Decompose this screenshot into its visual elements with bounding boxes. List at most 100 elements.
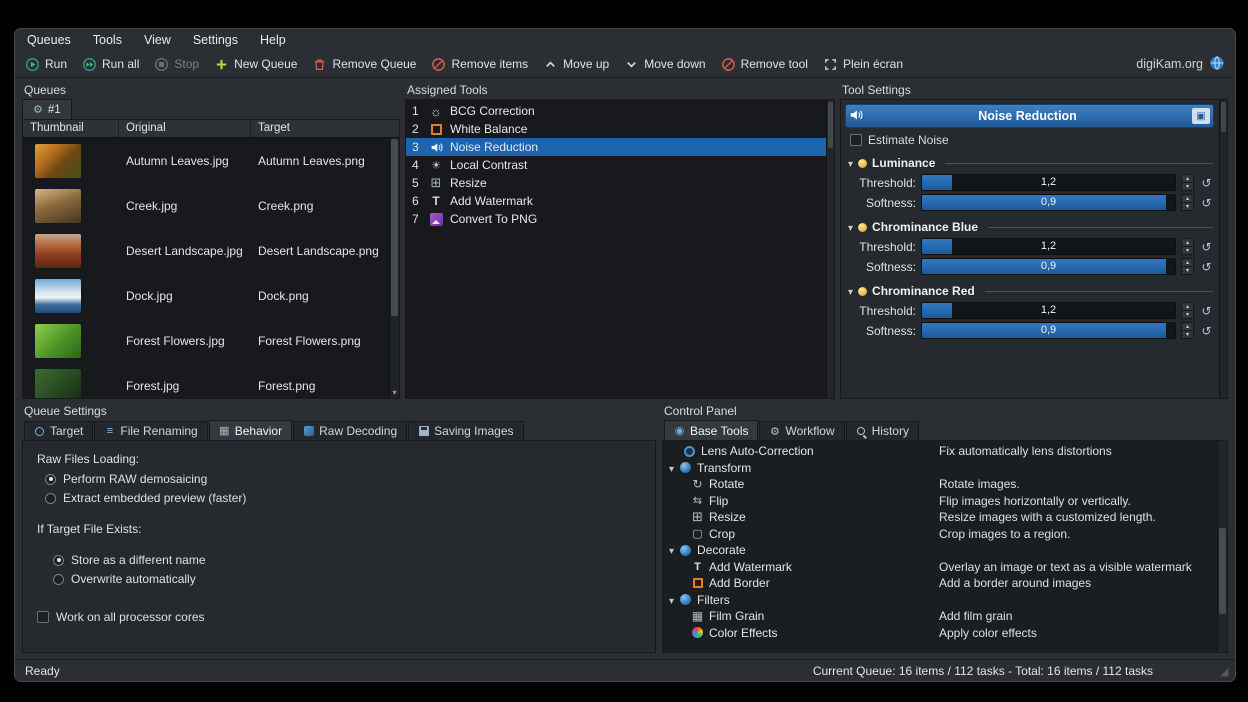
tool-row-resize[interactable]: Resize Resize images with a customized l… <box>663 509 1227 526</box>
luminance-softness-slider[interactable]: 0,9 <box>921 194 1176 211</box>
assigned-tools-scrollbar[interactable] <box>826 100 834 398</box>
menu-help[interactable]: Help <box>260 33 286 47</box>
tool-row-color-effects[interactable]: Color Effects Apply color effects <box>663 625 1227 642</box>
tool-row-crop[interactable]: Crop Crop images to a region. <box>663 526 1227 543</box>
run-all-button[interactable]: Run all <box>82 57 139 72</box>
menu-tools[interactable]: Tools <box>93 33 122 47</box>
spin-up-button[interactable] <box>1181 238 1194 246</box>
assigned-tool-noise-reduction-selected[interactable]: 3 Noise Reduction <box>406 138 834 156</box>
queues-scrollbar[interactable]: ▾ <box>389 138 399 398</box>
scrollbar-thumb[interactable] <box>1219 528 1226 614</box>
spin-up-button[interactable] <box>1181 194 1194 202</box>
tab-raw-decoding[interactable]: Raw Decoding <box>293 421 407 440</box>
resize-grip[interactable] <box>1220 666 1233 679</box>
fullscreen-button[interactable]: Plein écran <box>823 57 903 72</box>
tab-behavior[interactable]: Behavior <box>209 420 292 440</box>
reset-default-button[interactable] <box>1199 303 1214 318</box>
checkbox[interactable] <box>37 611 49 623</box>
menu-settings[interactable]: Settings <box>193 33 238 47</box>
collapse-arrow-icon[interactable] <box>848 284 853 298</box>
collapse-arrow-icon[interactable] <box>848 220 853 234</box>
spin-down-button[interactable] <box>1181 310 1194 319</box>
spin-up-button[interactable] <box>1181 174 1194 182</box>
radio-button[interactable] <box>53 574 64 585</box>
spin-down-button[interactable] <box>1181 266 1194 275</box>
remove-items-button[interactable]: Remove items <box>431 57 528 72</box>
tab-target[interactable]: Target <box>24 421 93 440</box>
assigned-tool-resize[interactable]: 5 Resize <box>406 174 834 192</box>
queue-row-forest-flowers[interactable]: Forest Flowers.jpg Forest Flowers.png <box>23 318 399 363</box>
estimate-noise-checkbox[interactable] <box>850 134 862 146</box>
chrominance-red-softness-slider[interactable]: 0,9 <box>921 322 1176 339</box>
control-panel-scrollbar[interactable] <box>1217 441 1227 652</box>
tab-base-tools[interactable]: Base Tools <box>664 420 758 440</box>
remove-tool-button[interactable]: Remove tool <box>721 57 808 72</box>
queue-row-forest[interactable]: Forest.jpg Forest.png <box>23 363 399 398</box>
column-target[interactable]: Target <box>251 120 399 137</box>
reset-default-button[interactable] <box>1199 239 1214 254</box>
tab-history[interactable]: History <box>846 421 919 440</box>
assigned-tool-add-watermark[interactable]: 6 Add Watermark <box>406 192 834 210</box>
tab-file-renaming[interactable]: File Renaming <box>94 421 207 440</box>
menu-view[interactable]: View <box>144 33 171 47</box>
tool-row-film-grain[interactable]: Film Grain Add film grain <box>663 608 1227 625</box>
spin-down-button[interactable] <box>1181 202 1194 211</box>
queue-row-creek[interactable]: Creek.jpg Creek.png <box>23 183 399 228</box>
run-button[interactable]: Run <box>25 57 67 72</box>
reset-default-button[interactable] <box>1199 259 1214 274</box>
reset-default-button[interactable] <box>1199 195 1214 210</box>
spin-down-button[interactable] <box>1181 246 1194 255</box>
tool-row-flip[interactable]: Flip Flip images horizontally or vertica… <box>663 493 1227 510</box>
luminance-threshold-slider[interactable]: 1,2 <box>921 174 1176 191</box>
remove-queue-button[interactable]: Remove Queue <box>312 57 416 72</box>
collapse-arrow-icon[interactable] <box>669 461 674 475</box>
queue-row-desert-landscape[interactable]: Desert Landscape.jpg Desert Landscape.pn… <box>23 228 399 273</box>
tool-options-button[interactable]: ▣ <box>1192 108 1210 124</box>
spin-up-button[interactable] <box>1181 302 1194 310</box>
radio-button[interactable] <box>45 493 56 504</box>
queue-tab-1[interactable]: #1 <box>22 99 72 119</box>
chrominance-blue-softness-slider[interactable]: 0,9 <box>921 258 1176 275</box>
menu-queues[interactable]: Queues <box>27 33 71 47</box>
digikam-org-link[interactable]: digiKam.org <box>1136 55 1225 74</box>
category-row-filters[interactable]: Filters <box>663 592 1227 609</box>
spin-up-button[interactable] <box>1181 322 1194 330</box>
reset-default-button[interactable] <box>1199 323 1214 338</box>
category-row-decorate[interactable]: Decorate <box>663 542 1227 559</box>
queue-row-dock[interactable]: Dock.jpg Dock.png <box>23 273 399 318</box>
category-row-transform[interactable]: Transform <box>663 460 1227 477</box>
column-original[interactable]: Original <box>119 120 251 137</box>
radio-overwrite-automatically[interactable]: Overwrite automatically <box>53 572 643 586</box>
tool-row-lens-auto-correction[interactable]: Lens Auto-Correction Fix automatically l… <box>663 443 1227 460</box>
radio-button[interactable] <box>53 555 64 566</box>
tab-saving-images[interactable]: Saving Images <box>408 421 523 440</box>
column-thumbnail[interactable]: Thumbnail <box>23 120 119 137</box>
scrollbar-down-arrow[interactable]: ▾ <box>390 387 399 398</box>
tool-row-rotate[interactable]: Rotate Rotate images. <box>663 476 1227 493</box>
collapse-arrow-icon[interactable] <box>669 543 674 557</box>
tab-workflow[interactable]: Workflow <box>759 421 844 440</box>
move-up-button[interactable]: Move up <box>543 57 609 72</box>
stop-button[interactable]: Stop <box>154 57 199 72</box>
chrominance-blue-threshold-slider[interactable]: 1,2 <box>921 238 1176 255</box>
queue-row-autumn-leaves[interactable]: Autumn Leaves.jpg Autumn Leaves.png <box>23 138 399 183</box>
tool-row-add-watermark[interactable]: Add Watermark Overlay an image or text a… <box>663 559 1227 576</box>
radio-extract-embedded-preview[interactable]: Extract embedded preview (faster) <box>45 491 643 505</box>
tool-settings-scrollbar[interactable] <box>1219 100 1227 398</box>
reset-default-button[interactable] <box>1199 175 1214 190</box>
collapse-arrow-icon[interactable] <box>848 156 853 170</box>
assigned-tool-white-balance[interactable]: 2 White Balance <box>406 120 834 138</box>
tool-row-add-border[interactable]: Add Border Add a border around images <box>663 575 1227 592</box>
assigned-tool-local-contrast[interactable]: 4 Local Contrast <box>406 156 834 174</box>
scrollbar-thumb[interactable] <box>828 102 833 148</box>
checkbox-work-all-cores[interactable]: Work on all processor cores <box>37 610 643 624</box>
collapse-arrow-icon[interactable] <box>669 593 674 607</box>
scrollbar-thumb[interactable] <box>391 139 398 316</box>
radio-perform-raw-demosaicing[interactable]: Perform RAW demosaicing <box>45 472 643 486</box>
radio-button[interactable] <box>45 474 56 485</box>
radio-store-as-different-name[interactable]: Store as a different name <box>53 553 643 567</box>
estimate-noise-row[interactable]: Estimate Noise <box>850 133 1211 147</box>
spin-up-button[interactable] <box>1181 258 1194 266</box>
spin-down-button[interactable] <box>1181 330 1194 339</box>
new-queue-button[interactable]: New Queue <box>214 57 297 72</box>
